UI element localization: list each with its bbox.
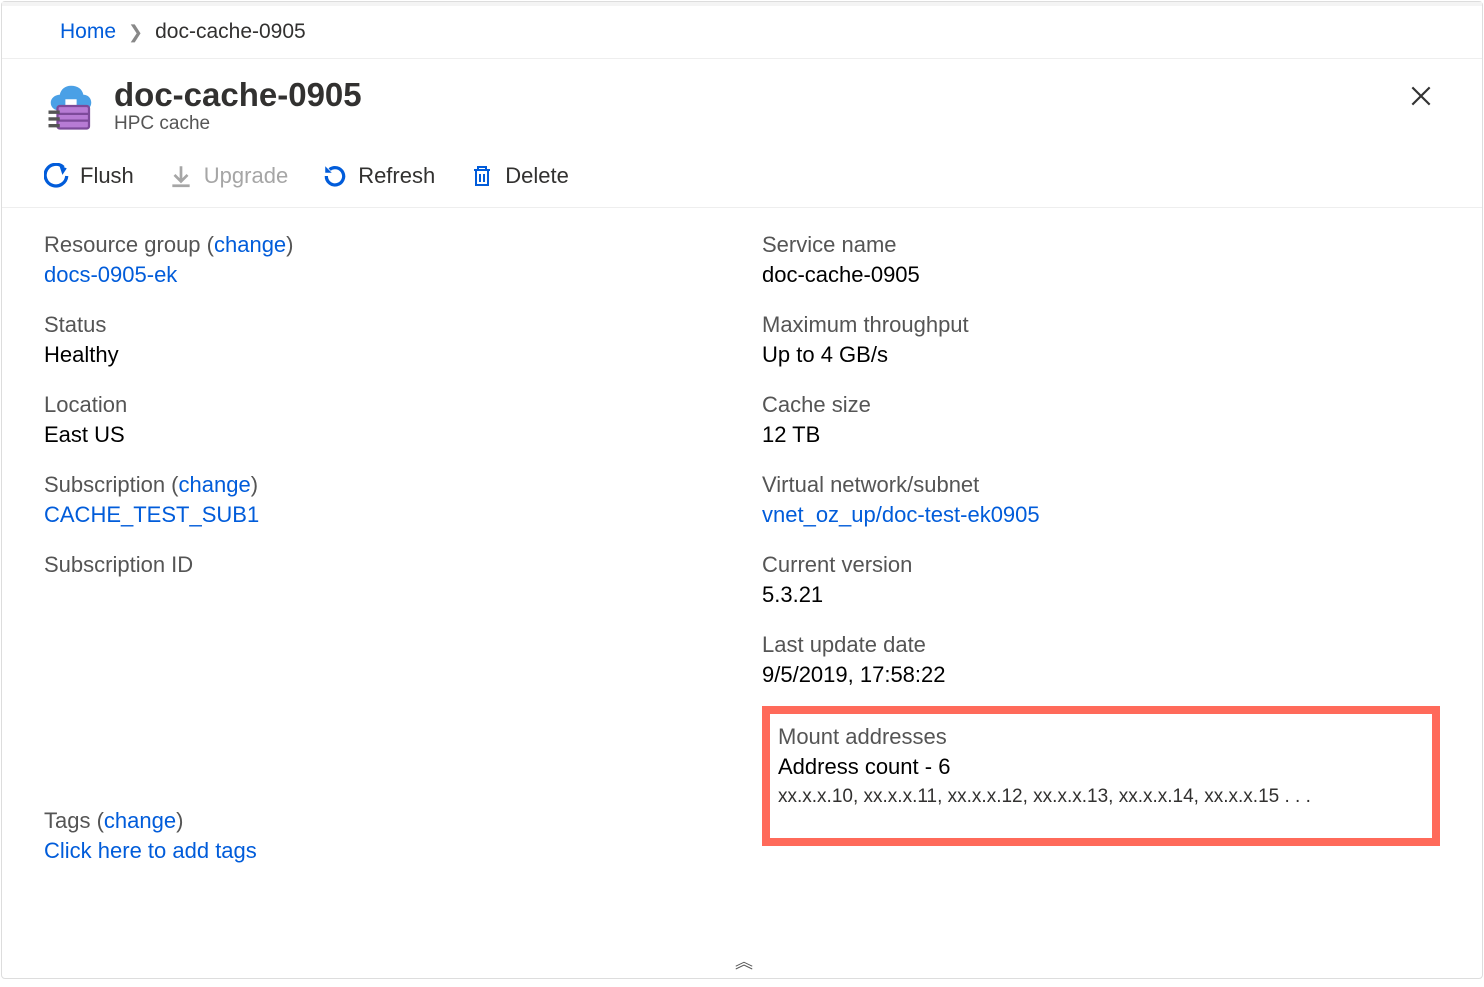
main-frame: Home ❯ doc-cache-0905 doc-cache-0905 HPC…	[1, 1, 1483, 979]
close-button[interactable]	[1402, 77, 1440, 121]
cache-size-label: Cache size	[762, 392, 1440, 418]
status-property: Status Healthy	[44, 312, 722, 368]
tags-change-link[interactable]: change	[104, 808, 176, 833]
service-name-label: Service name	[762, 232, 1440, 258]
status-label: Status	[44, 312, 722, 338]
delete-label: Delete	[505, 163, 569, 189]
max-throughput-property: Maximum throughput Up to 4 GB/s	[762, 312, 1440, 368]
max-throughput-label: Maximum throughput	[762, 312, 1440, 338]
breadcrumb-current: doc-cache-0905	[155, 20, 306, 44]
last-update-property: Last update date 9/5/2019, 17:58:22	[762, 632, 1440, 688]
vnet-label: Virtual network/subnet	[762, 472, 1440, 498]
service-name-value: doc-cache-0905	[762, 262, 1440, 288]
cache-size-value: 12 TB	[762, 422, 1440, 448]
vnet-value[interactable]: vnet_oz_up/doc-test-ek0905	[762, 502, 1440, 528]
resource-group-label: Resource group (change)	[44, 232, 722, 258]
mount-addresses-list: xx.x.x.10, xx.x.x.11, xx.x.x.12, xx.x.x.…	[778, 786, 1422, 808]
location-property: Location East US	[44, 392, 722, 448]
upgrade-icon	[168, 163, 194, 189]
subscription-change-link[interactable]: change	[179, 472, 251, 497]
refresh-icon	[322, 163, 348, 189]
expand-caret-icon[interactable]: ︽	[735, 948, 749, 974]
hpc-cache-icon	[44, 79, 98, 133]
current-version-label: Current version	[762, 552, 1440, 578]
mount-addresses-label: Mount addresses	[778, 724, 1422, 750]
flush-label: Flush	[80, 163, 134, 189]
chevron-right-icon: ❯	[124, 22, 147, 43]
tags-label: Tags (change)	[44, 808, 722, 834]
flush-icon	[44, 163, 70, 189]
subscription-property: Subscription (change) CACHE_TEST_SUB1	[44, 472, 722, 528]
flush-button[interactable]: Flush	[44, 163, 134, 189]
properties-area: Resource group (change) docs-0905-ek Sta…	[2, 208, 1482, 888]
breadcrumb: Home ❯ doc-cache-0905	[2, 2, 1482, 58]
mount-addresses-property: Mount addresses Address count - 6 xx.x.x…	[778, 724, 1422, 808]
page-subtitle: HPC cache	[114, 113, 362, 135]
current-version-value: 5.3.21	[762, 582, 1440, 608]
tags-property: Tags (change) Click here to add tags	[44, 808, 722, 864]
refresh-label: Refresh	[358, 163, 435, 189]
subscription-id-label: Subscription ID	[44, 552, 722, 578]
vnet-property: Virtual network/subnet vnet_oz_up/doc-te…	[762, 472, 1440, 528]
mount-addresses-count: Address count - 6	[778, 754, 1422, 780]
status-value: Healthy	[44, 342, 722, 368]
max-throughput-value: Up to 4 GB/s	[762, 342, 1440, 368]
properties-left-column: Resource group (change) docs-0905-ek Sta…	[44, 232, 722, 888]
page-title: doc-cache-0905	[114, 77, 362, 113]
cache-size-property: Cache size 12 TB	[762, 392, 1440, 448]
mount-addresses-highlight: Mount addresses Address count - 6 xx.x.x…	[762, 706, 1440, 846]
page-header: doc-cache-0905 HPC cache	[2, 58, 1482, 145]
current-version-property: Current version 5.3.21	[762, 552, 1440, 608]
last-update-label: Last update date	[762, 632, 1440, 658]
last-update-value: 9/5/2019, 17:58:22	[762, 662, 1440, 688]
subscription-id-property: Subscription ID	[44, 552, 722, 578]
subscription-label: Subscription (change)	[44, 472, 722, 498]
upgrade-button: Upgrade	[168, 163, 288, 189]
location-label: Location	[44, 392, 722, 418]
refresh-button[interactable]: Refresh	[322, 163, 435, 189]
delete-icon	[469, 163, 495, 189]
resource-group-change-link[interactable]: change	[214, 232, 286, 257]
toolbar: Flush Upgrade Refresh Delete	[2, 145, 1482, 208]
resource-group-property: Resource group (change) docs-0905-ek	[44, 232, 722, 288]
properties-right-column: Service name doc-cache-0905 Maximum thro…	[762, 232, 1440, 888]
breadcrumb-home-link[interactable]: Home	[60, 20, 116, 44]
location-value: East US	[44, 422, 722, 448]
upgrade-label: Upgrade	[204, 163, 288, 189]
header-left: doc-cache-0905 HPC cache	[44, 77, 362, 135]
resource-group-value[interactable]: docs-0905-ek	[44, 262, 722, 288]
service-name-property: Service name doc-cache-0905	[762, 232, 1440, 288]
tags-add-link[interactable]: Click here to add tags	[44, 838, 722, 864]
subscription-value[interactable]: CACHE_TEST_SUB1	[44, 502, 722, 528]
delete-button[interactable]: Delete	[469, 163, 569, 189]
title-block: doc-cache-0905 HPC cache	[114, 77, 362, 135]
